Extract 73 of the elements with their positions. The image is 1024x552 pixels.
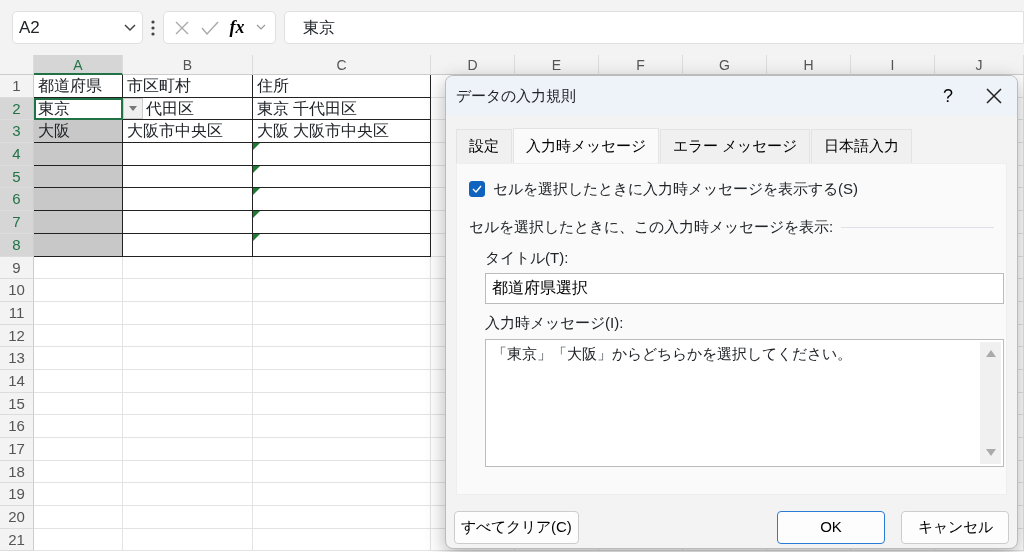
tab[interactable]: 入力時メッセージ	[513, 128, 659, 163]
row-header[interactable]: 14	[0, 369, 34, 393]
scroll-down-icon[interactable]	[985, 448, 996, 456]
message-text: 「東京」「大阪」からどちらかを選択してください。	[492, 344, 852, 362]
row-header[interactable]: 17	[0, 438, 34, 461]
row-header[interactable]: 21	[0, 528, 34, 552]
column-header[interactable]: C	[253, 55, 431, 75]
check-icon	[472, 184, 482, 193]
row-header[interactable]: 11	[0, 301, 34, 325]
cell-text: 代田区	[146, 98, 194, 119]
table-cell: 住所	[253, 75, 431, 98]
table-cell: 大阪	[34, 120, 123, 144]
field-label: 入力時メッセージ(I):	[485, 313, 625, 333]
table-cell: 大阪市中央区	[123, 120, 253, 144]
tab[interactable]: エラー メッセージ	[660, 129, 811, 163]
row-header[interactable]: 10	[0, 279, 34, 302]
column-header[interactable]: A	[34, 55, 123, 75]
dropdown-button[interactable]	[123, 98, 143, 120]
row-header[interactable]: 9	[0, 256, 34, 280]
table-cell: 市区町村	[123, 75, 253, 98]
insert-function-button[interactable]: fx	[229, 14, 245, 41]
more-options-icon[interactable]	[151, 19, 155, 36]
table-cell: 東京	[34, 97, 123, 121]
message-field[interactable]: 「東京」「大阪」からどちらかを選択してください。	[485, 338, 1004, 467]
column-header[interactable]: J	[935, 55, 1024, 75]
row-header[interactable]: 5	[0, 165, 34, 189]
row-header[interactable]: 18	[0, 460, 34, 484]
row-header[interactable]: 3	[0, 120, 34, 144]
field-label: タイトル(T):	[485, 247, 570, 268]
caret-icon	[129, 106, 137, 112]
chevron-down-icon	[255, 24, 266, 31]
column-header[interactable]: H	[767, 55, 851, 75]
select-all-corner[interactable]	[0, 55, 34, 75]
scrollbar[interactable]	[980, 341, 1001, 464]
row-header[interactable]: 19	[0, 483, 34, 507]
row-header[interactable]: 1	[0, 75, 34, 98]
cancel-icon[interactable]	[173, 19, 190, 36]
row-header[interactable]: 4	[0, 143, 34, 166]
column-header[interactable]: G	[683, 55, 767, 75]
row-header[interactable]: 8	[0, 233, 34, 257]
row-header[interactable]: 12	[0, 324, 34, 348]
name-box[interactable]: A2	[12, 11, 143, 44]
section-label: セルを選択したときに、この入力時メッセージを表示:	[469, 217, 834, 237]
row-header[interactable]: 2	[0, 97, 34, 121]
row-header[interactable]: 20	[0, 506, 34, 529]
close-icon	[986, 88, 1002, 104]
column-header[interactable]: E	[515, 55, 599, 75]
check-icon[interactable]	[200, 20, 219, 35]
tab[interactable]: 日本語入力	[811, 129, 913, 163]
scroll-up-icon[interactable]	[985, 349, 996, 357]
column-header[interactable]: F	[599, 55, 683, 75]
row-header[interactable]: 6	[0, 188, 34, 212]
dialog-button[interactable]: すべてクリア(C)	[454, 510, 579, 544]
checkbox[interactable]	[469, 180, 485, 197]
chevron-down-icon	[124, 23, 136, 32]
title-field[interactable]: 都道府県選択	[485, 273, 1004, 304]
dialog-title: データの入力規則	[456, 85, 576, 106]
formula-field[interactable]: 東京	[284, 11, 1024, 44]
table-cell: 大阪 大阪市中央区	[253, 120, 431, 144]
row-header[interactable]: 13	[0, 347, 34, 370]
column-header[interactable]: I	[851, 55, 935, 75]
row-header[interactable]: 15	[0, 392, 34, 416]
dialog-button[interactable]: OK	[777, 510, 885, 544]
table-cell: 都道府県	[34, 75, 123, 98]
column-header[interactable]: B	[123, 55, 253, 75]
column-header[interactable]: D	[431, 55, 515, 75]
row-header[interactable]: 7	[0, 211, 34, 234]
row-header[interactable]: 16	[0, 415, 34, 438]
help-button[interactable]: ?	[925, 76, 971, 116]
dialog-button[interactable]: キャンセル	[901, 510, 1009, 544]
tab[interactable]: 設定	[456, 129, 512, 163]
table-cell: 東京 千代田区	[253, 97, 431, 121]
checkbox-label: セルを選択したときに入力時メッセージを表示する(S)	[493, 178, 858, 199]
